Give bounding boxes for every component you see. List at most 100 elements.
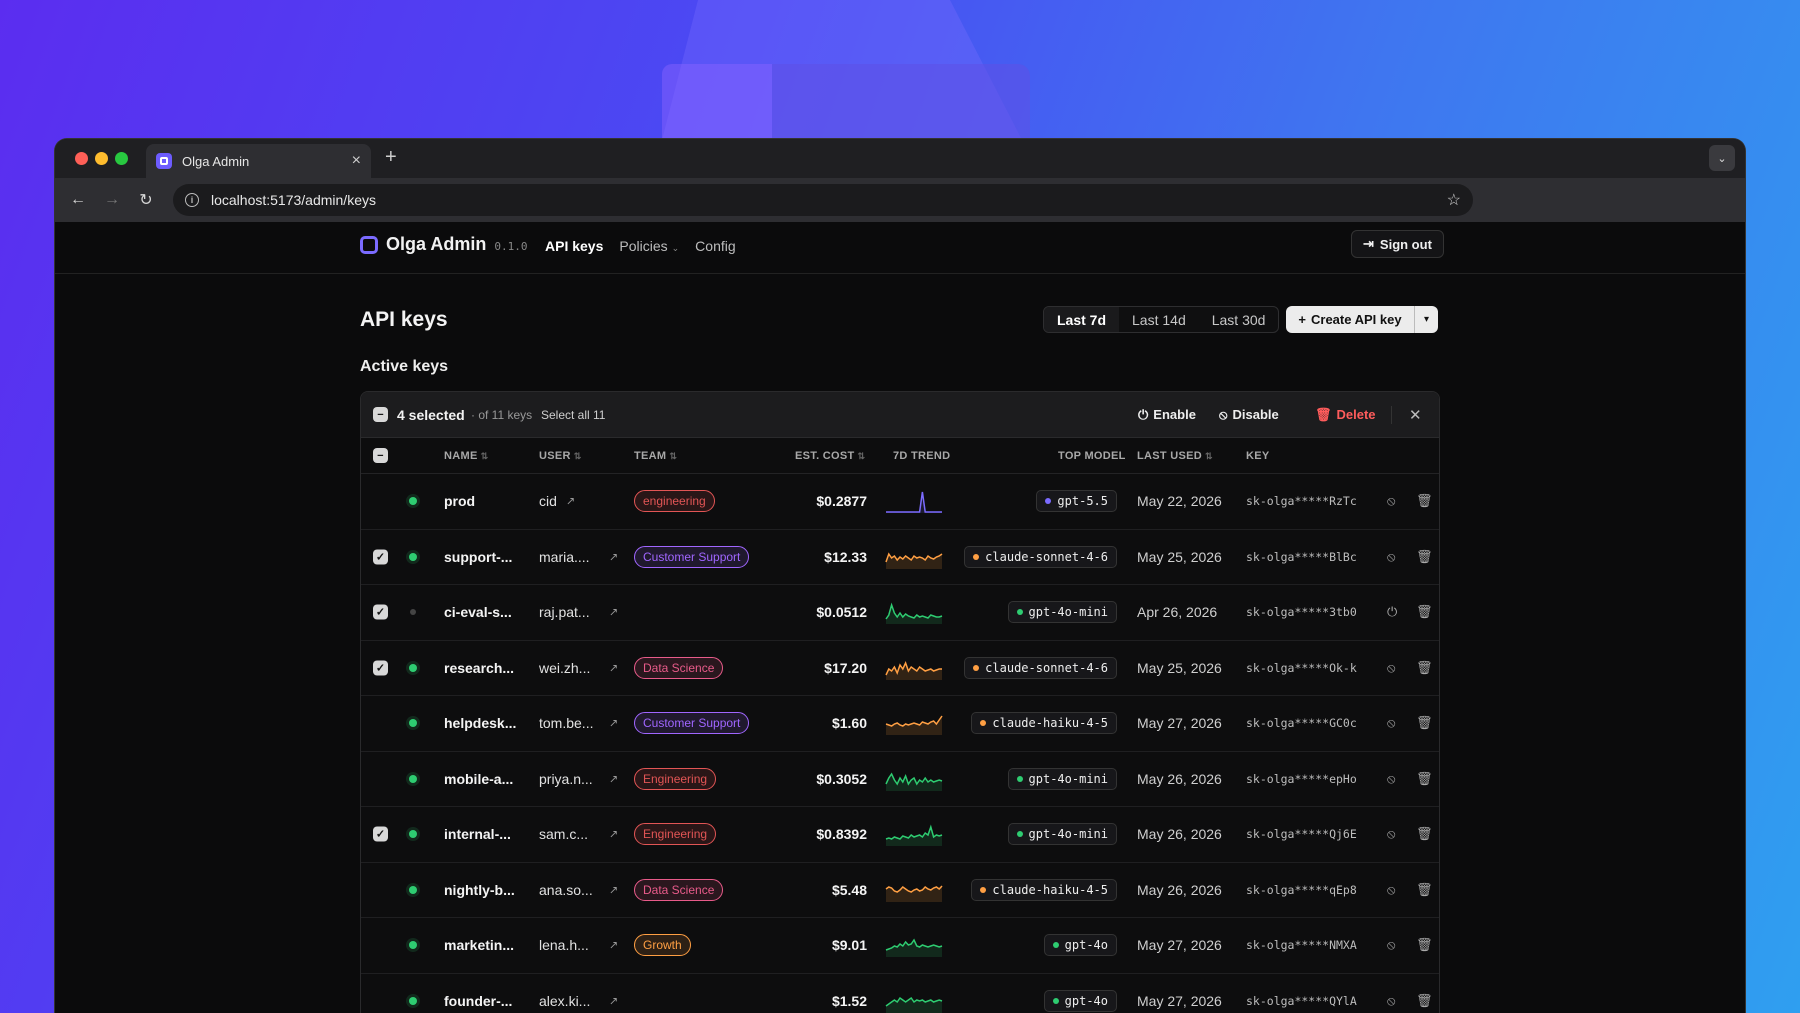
table-row[interactable]: nightly-b... ana.so... ↗ Data Science $5.48 c… [361, 863, 1439, 918]
reload-icon[interactable]: ↻ [129, 190, 163, 210]
select-all-link[interactable]: Select all 11 [541, 408, 605, 422]
nav-policies[interactable]: Policies ⌄ [619, 238, 679, 254]
disable-key-icon[interactable]: ⦸ [1387, 715, 1395, 731]
external-link-icon[interactable]: ↗ [609, 550, 618, 563]
delete-key-icon[interactable]: 🗑 [1416, 715, 1433, 731]
external-link-icon[interactable]: ↗ [609, 661, 618, 674]
row-checkbox[interactable]: ✓ [373, 549, 388, 565]
key-name[interactable]: prod [444, 493, 475, 509]
external-link-icon[interactable]: ↗ [566, 495, 575, 508]
disable-key-icon[interactable]: ⦸ [1387, 882, 1395, 898]
disable-key-icon[interactable]: ⦸ [1387, 660, 1395, 676]
delete-key-icon[interactable]: 🗑 [1416, 882, 1433, 898]
user-name[interactable]: alex.ki... [539, 993, 619, 1009]
delete-key-icon[interactable]: 🗑 [1416, 660, 1433, 676]
table-row[interactable]: founder-... alex.ki... ↗ $1.52 gpt-4o May 27,… [361, 974, 1439, 1013]
table-row[interactable]: ✓ research... wei.zh... ↗ Data Science $17.20… [361, 641, 1439, 696]
delete-key-icon[interactable]: 🗑 [1416, 771, 1433, 787]
enable-key-icon[interactable]: ⏻ [1387, 604, 1397, 620]
create-api-key-main[interactable]: + Create API key [1286, 306, 1414, 333]
range-14d-button[interactable]: Last 14d [1119, 307, 1199, 332]
external-link-icon[interactable]: ↗ [609, 994, 618, 1007]
col-user[interactable]: USER ⇅ [539, 450, 582, 462]
forward-icon[interactable]: → [95, 191, 129, 209]
close-tab-icon[interactable]: × [352, 152, 361, 170]
maximize-window-button[interactable] [115, 152, 128, 165]
col-last-used[interactable]: LAST USED ⇅ [1137, 450, 1213, 462]
back-icon[interactable]: ← [61, 191, 95, 209]
nav-api-keys[interactable]: API keys [545, 238, 603, 254]
key-name[interactable]: mobile-a... [444, 771, 513, 787]
disable-key-icon[interactable]: ⦸ [1387, 549, 1395, 565]
selection-checkbox[interactable]: − [373, 407, 388, 422]
user-name[interactable]: raj.pat... [539, 604, 619, 620]
table-row[interactable]: prod cid ↗ engineering $0.2877 gpt-5.5 May 22,… [361, 474, 1439, 530]
row-checkbox[interactable] [373, 882, 388, 897]
external-link-icon[interactable]: ↗ [609, 828, 618, 841]
delete-key-icon[interactable]: 🗑 [1416, 826, 1433, 842]
key-name[interactable]: helpdesk... [444, 715, 516, 731]
external-link-icon[interactable]: ↗ [609, 606, 618, 619]
key-name[interactable]: nightly-b... [444, 882, 515, 898]
table-row[interactable]: ✓ internal-... sam.c... ↗ Engineering $0.8392… [361, 807, 1439, 863]
external-link-icon[interactable]: ↗ [609, 939, 618, 952]
row-checkbox[interactable] [373, 771, 388, 786]
disable-key-icon[interactable]: ⦸ [1387, 937, 1395, 953]
brand[interactable]: Olga Admin 0.1.0 [360, 234, 527, 255]
disable-key-icon[interactable]: ⦸ [1387, 826, 1395, 842]
row-checkbox[interactable] [373, 993, 388, 1008]
key-name[interactable]: support-... [444, 549, 512, 565]
key-name[interactable]: research... [444, 660, 514, 676]
site-info-icon[interactable]: i [185, 193, 199, 207]
create-dropdown-chevron-icon[interactable]: ▾ [1414, 306, 1438, 333]
col-name[interactable]: NAME ⇅ [444, 450, 488, 462]
external-link-icon[interactable]: ↗ [609, 717, 618, 730]
external-link-icon[interactable]: ↗ [609, 883, 618, 896]
delete-button[interactable]: 🗑 Delete [1315, 407, 1376, 423]
user-name[interactable]: lena.h... [539, 937, 619, 953]
row-checkbox[interactable] [373, 494, 388, 509]
user-name[interactable]: tom.be... [539, 715, 619, 731]
key-name[interactable]: ci-eval-s... [444, 604, 512, 620]
key-name[interactable]: internal-... [444, 826, 511, 842]
key-name[interactable]: marketin... [444, 937, 514, 953]
new-tab-icon[interactable]: + [385, 146, 397, 169]
tab-search-icon[interactable]: ⌄ [1709, 145, 1735, 171]
delete-key-icon[interactable]: 🗑 [1416, 493, 1433, 509]
sign-out-button[interactable]: ⇥ Sign out [1351, 230, 1444, 258]
user-name[interactable]: ana.so... [539, 882, 619, 898]
delete-key-icon[interactable]: 🗑 [1416, 549, 1433, 565]
user-name[interactable]: wei.zh... [539, 660, 619, 676]
table-row[interactable]: marketin... lena.h... ↗ Growth $9.01 gpt-4o Ma… [361, 918, 1439, 974]
row-checkbox[interactable]: ✓ [373, 660, 388, 676]
bookmark-star-icon[interactable]: ☆ [1447, 190, 1461, 210]
external-link-icon[interactable]: ↗ [609, 772, 618, 785]
enable-button[interactable]: ⏻ Enable [1138, 407, 1196, 423]
table-row[interactable]: ✓ ci-eval-s... raj.pat... ↗ $0.0512 gpt-4o-mi… [361, 585, 1439, 641]
close-window-button[interactable] [75, 152, 88, 165]
user-name[interactable]: cid [539, 493, 619, 509]
delete-key-icon[interactable]: 🗑 [1416, 993, 1433, 1009]
url-input[interactable]: i localhost:5173/admin/keys ☆ [173, 184, 1473, 216]
delete-key-icon[interactable]: 🗑 [1416, 937, 1433, 953]
row-checkbox[interactable] [373, 938, 388, 953]
user-name[interactable]: maria.... [539, 549, 619, 565]
disable-button[interactable]: ⦸ Disable [1219, 407, 1279, 423]
delete-key-icon[interactable]: 🗑 [1416, 604, 1433, 620]
table-row[interactable]: mobile-a... priya.n... ↗ Engineering $0.3052… [361, 752, 1439, 807]
key-name[interactable]: founder-... [444, 993, 512, 1009]
row-checkbox[interactable] [373, 716, 388, 731]
disable-key-icon[interactable]: ⦸ [1387, 493, 1395, 509]
disable-key-icon[interactable]: ⦸ [1387, 771, 1395, 787]
header-checkbox[interactable]: − [373, 448, 388, 463]
range-7d-button[interactable]: Last 7d [1044, 307, 1120, 332]
row-checkbox[interactable]: ✓ [373, 826, 388, 842]
col-cost[interactable]: EST. COST ⇅ [795, 450, 865, 462]
disable-key-icon[interactable]: ⦸ [1387, 993, 1395, 1009]
row-checkbox[interactable]: ✓ [373, 604, 388, 620]
browser-tab[interactable]: Olga Admin × [146, 144, 371, 178]
nav-config[interactable]: Config [695, 238, 735, 254]
table-row[interactable]: helpdesk... tom.be... ↗ Customer Support $1.… [361, 696, 1439, 752]
user-name[interactable]: sam.c... [539, 826, 619, 842]
user-name[interactable]: priya.n... [539, 771, 619, 787]
